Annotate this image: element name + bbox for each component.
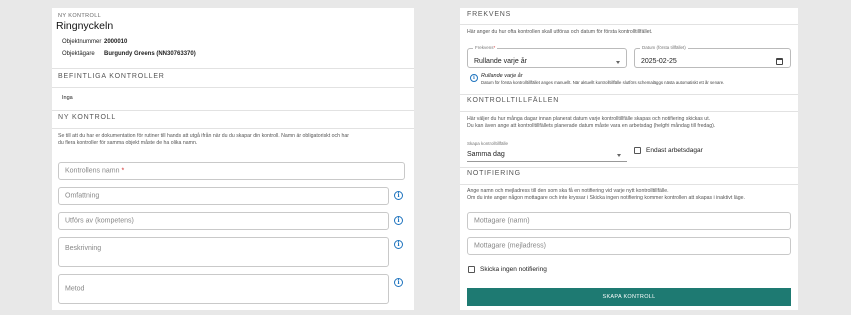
info-circle-icon: i <box>470 74 478 82</box>
info-circle-icon[interactable]: i <box>394 191 403 200</box>
divider <box>460 111 798 112</box>
frequency-info-text: Datum för första kontrolltillfället ange… <box>481 80 725 85</box>
first-date-field[interactable]: Datum (första tillfället) 2025-02-25 <box>634 45 791 68</box>
frequency-select[interactable]: Frekvens* Rullande varje år <box>467 45 627 68</box>
recipient-email-placeholder: Mottagare (mejladress) <box>474 242 546 250</box>
frequency-heading: FREKVENS <box>467 11 512 18</box>
method-field[interactable]: Metod <box>58 274 389 304</box>
divider <box>460 94 798 95</box>
create-occasion-value: Samma dag <box>467 151 505 158</box>
object-owner-label: Objektägare <box>62 51 95 57</box>
occasions-heading: KONTROLLTILLFÄLLEN <box>467 97 560 104</box>
new-control-panel: NY KONTROLL Ringnyckeln Objektnummer 200… <box>52 8 414 310</box>
object-number-value: 2000010 <box>104 39 128 45</box>
existing-controls-heading: BEFINTLIGA KONTROLLER <box>58 73 165 80</box>
occasions-description-line-2: Du kan även ange att kontrolltillfällets… <box>467 123 716 129</box>
object-owner-value: Burgundy Greens (NN30763370) <box>104 51 196 57</box>
chevron-down-icon <box>617 154 621 157</box>
notification-heading: NOTIFIERING <box>467 170 521 177</box>
performer-placeholder: Utförs av (kompetens) <box>65 217 134 225</box>
create-occasion-label: Skapa kontrolltillfälle <box>467 141 509 146</box>
calendar-icon[interactable] <box>776 58 783 65</box>
frequency-select-value: Rullande varje år <box>474 58 527 65</box>
divider <box>460 184 798 185</box>
divider <box>52 68 414 69</box>
divider <box>52 128 414 129</box>
control-name-field[interactable]: Kontrollens namn * <box>58 162 405 180</box>
performer-field[interactable]: Utförs av (kompetens) <box>58 212 389 230</box>
info-circle-icon[interactable]: i <box>394 216 403 225</box>
new-control-description-line-2: du flera kontroller för samma objekt mås… <box>58 140 198 146</box>
page-eyebrow: NY KONTROLL <box>58 13 102 19</box>
divider <box>460 24 798 25</box>
divider <box>52 110 414 111</box>
workdays-only-label: Endast arbetsdagar <box>646 147 703 154</box>
existing-controls-value: Inga <box>62 95 73 101</box>
divider <box>52 87 414 88</box>
first-date-value: 2025-02-25 <box>641 58 677 65</box>
description-placeholder: Beskrivning <box>65 245 102 252</box>
object-number-label: Objektnummer <box>62 39 102 45</box>
recipient-name-field[interactable]: Mottagare (namn) <box>467 212 791 230</box>
frequency-select-label: Frekvens* <box>473 45 498 50</box>
notification-description-line-2: Om du inte anger någon mottagare och int… <box>467 195 745 201</box>
recipient-name-placeholder: Mottagare (namn) <box>474 217 530 225</box>
new-control-heading: NY KONTROLL <box>58 114 117 121</box>
frequency-info-title: Rullande varje år <box>481 73 523 79</box>
recipient-email-field[interactable]: Mottagare (mejladress) <box>467 237 791 255</box>
no-notification-label: Skicka ingen notifiering <box>480 266 547 273</box>
scope-field[interactable]: Omfattning <box>58 187 389 205</box>
control-name-placeholder: Kontrollens namn * <box>65 167 125 175</box>
page-title: Ringnyckeln <box>56 20 114 32</box>
scope-placeholder: Omfattning <box>65 192 100 200</box>
info-circle-icon[interactable]: i <box>394 240 403 249</box>
create-occasion-select[interactable]: Skapa kontrolltillfälle Samma dag <box>467 141 627 162</box>
divider <box>460 167 798 168</box>
first-date-label: Datum (första tillfället) <box>640 45 688 50</box>
no-notification-checkbox[interactable] <box>468 266 475 273</box>
method-placeholder: Metod <box>65 285 85 293</box>
schedule-panel: FREKVENS Här anger du hur ofta kontrolle… <box>460 8 798 310</box>
workdays-only-checkbox[interactable] <box>634 147 641 154</box>
frequency-description: Här anger du hur ofta kontrollen skall u… <box>467 29 653 35</box>
create-control-button[interactable]: SKAPA KONTROLL <box>467 288 791 306</box>
info-circle-icon[interactable]: i <box>394 278 403 287</box>
chevron-down-icon <box>616 61 620 64</box>
description-field[interactable]: Beskrivning <box>58 237 389 267</box>
